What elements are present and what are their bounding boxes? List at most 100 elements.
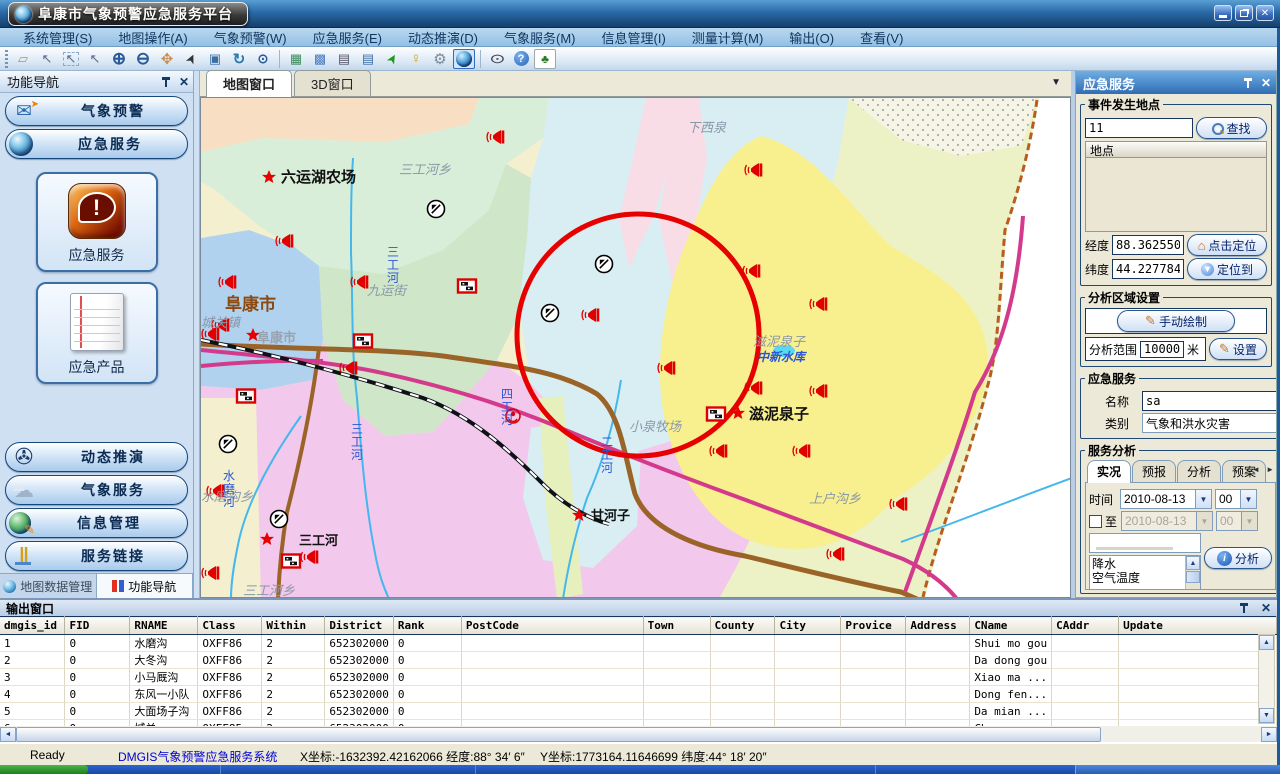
placemark-icon[interactable]: ♀ — [405, 49, 427, 69]
table-row[interactable]: 40东风一小队OXFF8626523020000Dong fen... — [0, 686, 1277, 703]
table-row[interactable]: 30小马厩沟OXFF8626523020000Xiao ma ... — [0, 669, 1277, 686]
table-row[interactable]: 10水磨沟OXFF8626523020000Shui mo gou — [0, 635, 1277, 652]
listbox-scrollbar[interactable]: ▲ — [1185, 556, 1200, 590]
analyze-button[interactable]: i 分析 — [1204, 547, 1272, 569]
layers-icon[interactable]: ▦ — [285, 49, 307, 69]
overview-icon[interactable]: ♣ — [534, 49, 556, 69]
analysis-tab-2[interactable]: 分析 — [1177, 460, 1221, 482]
type-combobox[interactable]: 气象和洪水灾害▼ — [1142, 413, 1276, 433]
zoom-out-icon[interactable]: ⊖ — [132, 49, 154, 69]
pointer-icon[interactable]: ➤ — [180, 49, 202, 69]
column-header-City[interactable]: City — [775, 617, 841, 635]
column-header-Update[interactable]: Update — [1119, 617, 1277, 635]
windows-taskbar[interactable] — [0, 765, 1280, 774]
column-header-PostCode[interactable]: PostCode — [461, 617, 643, 635]
column-header-dmgis_id[interactable]: dmgis_id — [0, 617, 65, 635]
find-button[interactable]: 查找 — [1196, 117, 1267, 139]
emergency-service-button[interactable]: ! 应急服务 — [36, 172, 158, 272]
column-header-Class[interactable]: Class — [198, 617, 262, 635]
table-row[interactable]: 20大冬沟OXFF8626523020000Da dong gou — [0, 652, 1277, 669]
close-icon[interactable]: ✕ — [179, 77, 189, 87]
menu-item-0[interactable]: 系统管理(S) — [10, 28, 105, 47]
pin-icon[interactable] — [1239, 603, 1249, 613]
hour-combobox[interactable]: 00▼ — [1215, 489, 1257, 509]
scroll-right-icon[interactable]: ► — [1261, 727, 1277, 742]
close-button[interactable]: ✕ — [1256, 5, 1274, 21]
column-header-County[interactable]: County — [710, 617, 775, 635]
service-name-input[interactable] — [1142, 391, 1276, 411]
refresh-icon[interactable]: ↻ — [228, 49, 250, 69]
table-row[interactable]: 50大面场子沟OXFF8626523020000Da mian ... — [0, 703, 1277, 720]
menu-item-5[interactable]: 气象服务(M) — [491, 28, 589, 47]
zoom-in-icon[interactable]: ⊕ — [108, 49, 130, 69]
start-button[interactable] — [0, 765, 88, 774]
globe-icon[interactable] — [453, 49, 475, 69]
latitude-input[interactable] — [1112, 259, 1184, 279]
menu-item-2[interactable]: 气象预警(W) — [201, 28, 300, 47]
map-tab-dropdown-icon[interactable]: ▼ — [1051, 77, 1061, 88]
menu-item-1[interactable]: 地图操作(A) — [105, 28, 200, 47]
pan-icon[interactable]: ✥ — [156, 49, 178, 69]
help-icon[interactable]: ? — [510, 49, 532, 69]
to-checkbox[interactable] — [1089, 515, 1102, 528]
nav-group-cloud[interactable]: 气象服务 — [5, 475, 188, 505]
parameter-item-1[interactable]: 空气温度 — [1092, 571, 1183, 585]
select-rect-icon[interactable]: ↖ — [60, 49, 82, 69]
print-color-icon[interactable]: ▤ — [357, 49, 379, 69]
select-lasso-icon[interactable]: ↖ — [84, 49, 106, 69]
menu-item-7[interactable]: 测量计算(M) — [679, 28, 777, 47]
scrollbar-thumb[interactable] — [1186, 571, 1200, 583]
scroll-down-icon[interactable]: ▼ — [1259, 708, 1274, 723]
column-header-RNAME[interactable]: RNAME — [130, 617, 198, 635]
column-header-District[interactable]: District — [325, 617, 394, 635]
column-header-CAddr[interactable]: CAddr — [1052, 617, 1119, 635]
dataset-box[interactable] — [1089, 533, 1201, 553]
column-header-Town[interactable]: Town — [643, 617, 710, 635]
column-header-FID[interactable]: FID — [65, 617, 130, 635]
nav-group-link[interactable]: 服务链接 — [5, 541, 188, 571]
vertical-scrollbar[interactable]: ▲ ▼ — [1258, 634, 1275, 724]
click-locate-button[interactable]: ⌂点击定位 — [1187, 234, 1267, 256]
range-input[interactable] — [1140, 341, 1184, 358]
pin-icon[interactable] — [161, 77, 171, 87]
nav-group-globe-tools[interactable]: 信息管理 — [5, 508, 188, 538]
print-icon[interactable]: ▤ — [333, 49, 355, 69]
settings-icon[interactable]: ⚙ — [429, 49, 451, 69]
menu-item-9[interactable]: 查看(V) — [847, 28, 916, 47]
location-search-input[interactable] — [1085, 118, 1193, 138]
eye-icon[interactable]: ⊙ — [486, 49, 508, 69]
column-header-Within[interactable]: Within — [262, 617, 325, 635]
column-header-CName[interactable]: CName — [970, 617, 1052, 635]
map-tab-1[interactable]: 3D窗口 — [294, 70, 371, 96]
nav-arrow-icon[interactable]: ➤ — [381, 49, 403, 69]
scroll-up-icon[interactable]: ▲ — [1186, 556, 1200, 570]
nav-group-reel[interactable]: 动态推演 — [5, 442, 188, 472]
analysis-tab-1[interactable]: 预报 — [1132, 460, 1176, 482]
analysis-tab-0[interactable]: 实况 — [1087, 460, 1131, 483]
close-icon[interactable]: ✕ — [1261, 78, 1271, 88]
location-list[interactable] — [1085, 158, 1267, 232]
select-cursor-icon[interactable]: ↖ — [36, 49, 58, 69]
parameter-listbox[interactable]: 降水空气温度 ▲ — [1089, 555, 1201, 590]
parameter-item-0[interactable]: 降水 — [1092, 557, 1183, 571]
measure-icon[interactable]: ▱ — [12, 49, 34, 69]
menu-item-6[interactable]: 信息管理(I) — [589, 28, 679, 47]
pin-icon[interactable] — [1243, 78, 1253, 88]
location-list-header[interactable]: 地点 — [1085, 141, 1267, 158]
map-tab-0[interactable]: 地图窗口 — [206, 70, 292, 97]
identify-icon[interactable]: ⊙ — [252, 49, 274, 69]
menu-item-8[interactable]: 输出(O) — [776, 28, 847, 47]
date-combobox[interactable]: 2010-08-13▼ — [1120, 489, 1212, 509]
locate-to-button[interactable]: ▼定位到 — [1187, 258, 1267, 280]
export-image-icon[interactable]: ▩ — [309, 49, 331, 69]
full-extent-icon[interactable]: ▣ — [204, 49, 226, 69]
minimize-button[interactable] — [1214, 5, 1232, 21]
scroll-left-icon[interactable]: ◄ — [0, 727, 16, 742]
column-header-Address[interactable]: Address — [906, 617, 970, 635]
longitude-input[interactable] — [1112, 235, 1184, 255]
menu-item-4[interactable]: 动态推演(D) — [395, 28, 491, 47]
left-panel-tab-1[interactable]: 功能导航 — [97, 574, 194, 598]
map-canvas[interactable]: 六运湖农场三工河乡下西泉九运街阜康市阜康市城关镇滋泥泉子滋泥泉子中新水库小泉牧场… — [200, 97, 1071, 598]
nav-group-mail[interactable]: 气象预警 — [5, 96, 188, 126]
horizontal-scrollbar[interactable]: ◄ ► — [0, 726, 1277, 742]
